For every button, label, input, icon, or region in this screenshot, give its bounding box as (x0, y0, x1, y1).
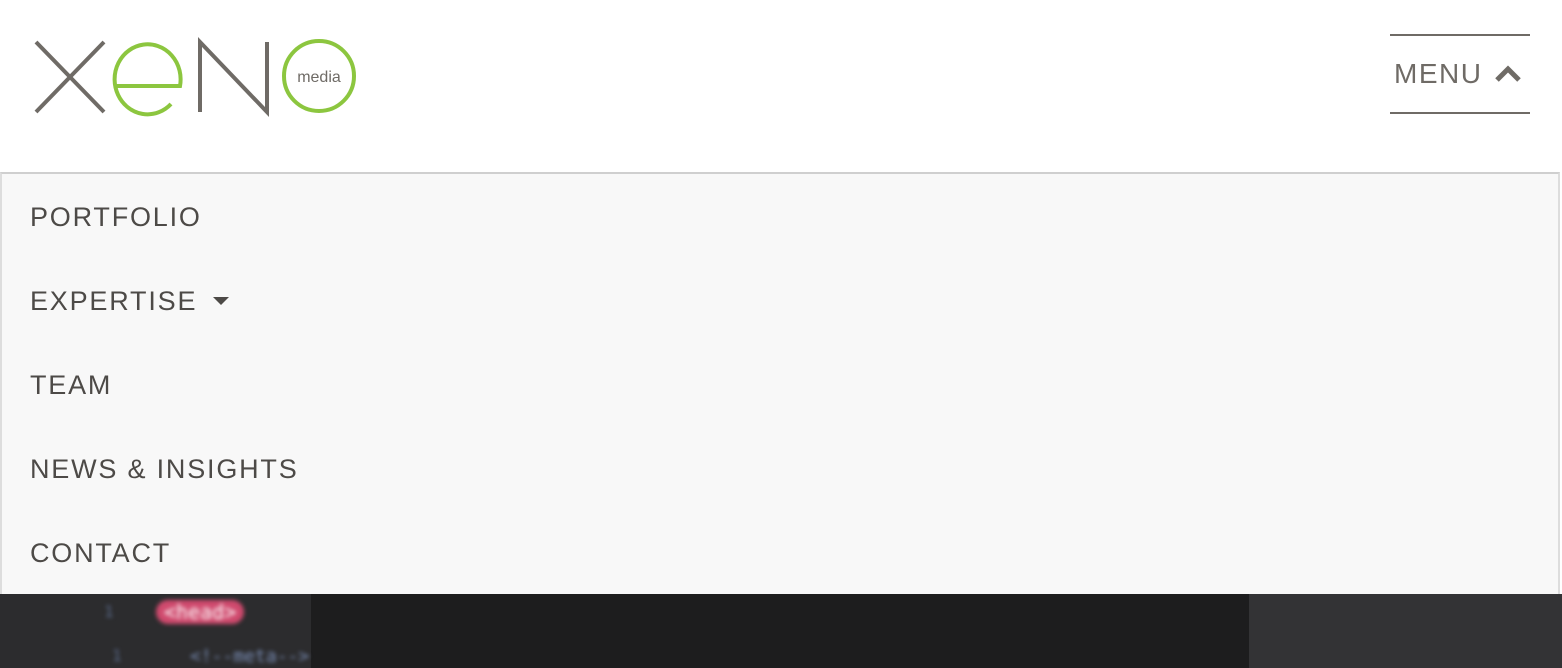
menu-toggle-button[interactable]: MENU (1390, 34, 1530, 114)
hero-background-image: 1 <head> 1 <!--meta--> (0, 594, 1562, 668)
menu-label: MENU (1394, 58, 1483, 89)
logo-media-text: media (297, 69, 341, 86)
nav-item-portfolio[interactable]: PORTFOLIO (30, 192, 202, 242)
nav-item-news-insights[interactable]: NEWS & INSIGHTS (30, 444, 299, 494)
site-header: media MENU (0, 0, 1562, 172)
nav-item-label: EXPERTISE (30, 285, 198, 316)
nav-item-contact[interactable]: CONTACT (30, 528, 171, 578)
code-meta-comment: <!--meta--> (190, 646, 310, 667)
page: media MENU PORTFOLIO EXPERTISE TEAM NEWS… (0, 0, 1562, 668)
code-line-number: 1 (104, 602, 114, 621)
nav-item-expertise[interactable]: EXPERTISE (30, 276, 230, 326)
caret-down-icon[interactable] (213, 297, 230, 305)
code-head-tag: <head> (156, 600, 245, 624)
xeno-media-logo[interactable]: media (30, 30, 370, 125)
hero-image-right-panel (1249, 594, 1562, 668)
nav-item-label: TEAM (30, 369, 113, 400)
nav-dropdown-panel: PORTFOLIO EXPERTISE TEAM NEWS & INSIGHTS… (0, 172, 1560, 594)
code-line-number: 1 (112, 646, 122, 665)
nav-item-label: PORTFOLIO (30, 201, 202, 232)
logo-graphic: media (34, 37, 356, 117)
nav-item-label: CONTACT (30, 537, 172, 568)
chevron-up-icon (1494, 65, 1522, 83)
nav-item-team[interactable]: TEAM (30, 360, 112, 410)
nav-item-label: NEWS & INSIGHTS (30, 453, 299, 484)
